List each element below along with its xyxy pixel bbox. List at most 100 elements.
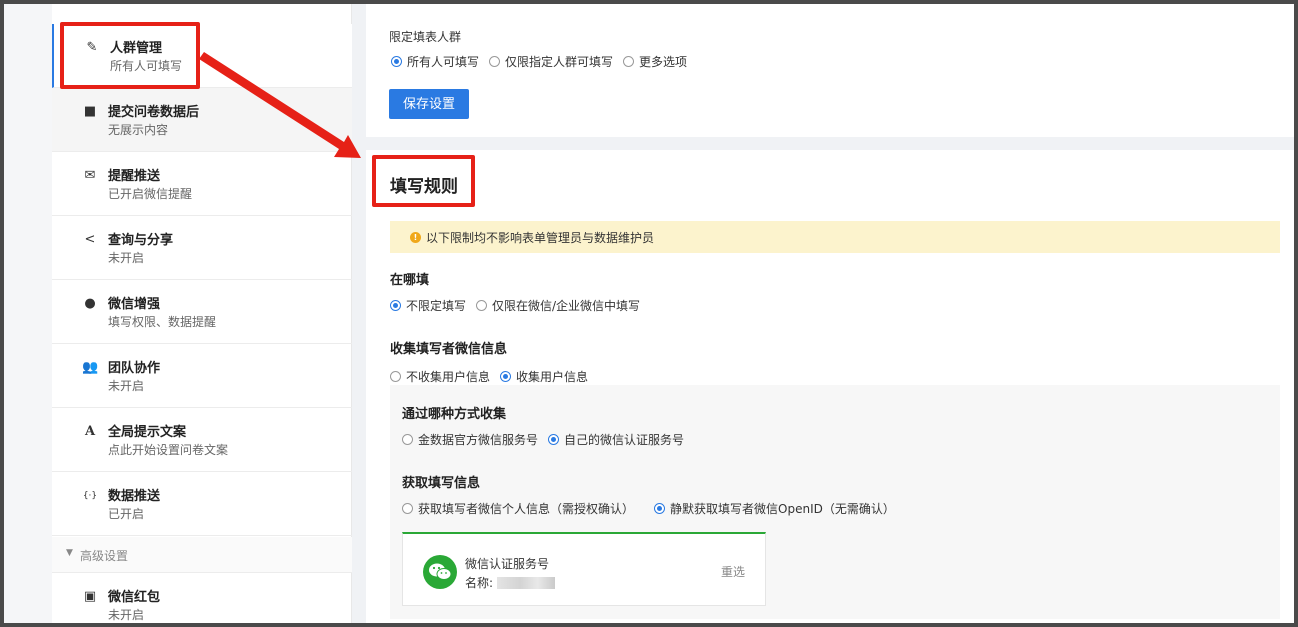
radio-unchecked: [623, 56, 635, 67]
method-option-own[interactable]: 自己的微信认证服务号: [548, 431, 684, 448]
sidebar-item-title: 查询与分享: [108, 233, 174, 248]
where-radio-group: 不限定填写 仅限在微信/企业微信中填写: [390, 297, 650, 314]
sidebar-item-subtitle: 未开启: [108, 608, 145, 622]
collect-label: 收集填写者微信信息: [390, 342, 508, 357]
sidebar-item-title: 人群管理: [110, 41, 163, 56]
sidebar-item-title: 团队协作: [108, 361, 161, 376]
sidebar-item-subtitle: 无展示内容: [108, 123, 169, 137]
sidebar-section-advanced[interactable]: ▼ 高级设置: [52, 537, 352, 573]
where-label: 在哪填: [390, 273, 430, 288]
radio-unchecked: [489, 56, 501, 67]
option-label: 收集用户信息: [516, 370, 589, 384]
sidebar-item-title: 提醒推送: [108, 169, 161, 184]
reselect-link[interactable]: 重选: [721, 563, 745, 580]
radio-checked: [391, 56, 402, 67]
option-label: 不收集用户信息: [406, 370, 491, 384]
collect-option-collect[interactable]: 收集用户信息: [500, 368, 588, 385]
method-label: 通过哪种方式收集: [402, 407, 507, 422]
gift-icon: ▣: [83, 589, 97, 604]
sidebar-item-title: 全局提示文案: [108, 425, 187, 440]
sidebar-item-title: 微信红包: [108, 590, 161, 605]
option-label: 所有人可填写: [407, 55, 480, 69]
sidebar-item-subtitle: 已开启微信提醒: [108, 187, 193, 201]
sidebar-item-after-submit[interactable]: ■ 提交问卷数据后 无展示内容: [52, 88, 352, 152]
option-label: 仅限在微信/企业微信中填写: [492, 299, 641, 313]
option-label: 静默获取填写者微信OpenID（无需确认）: [670, 502, 895, 516]
restrict-option-specified[interactable]: 仅限指定人群可填写: [489, 53, 613, 70]
sidebar-item-red-packet[interactable]: ▣ 微信红包 未开启: [52, 573, 352, 623]
envelope-icon: ✉: [84, 168, 96, 183]
sidebar-item-team[interactable]: 👥 团队协作 未开启: [52, 344, 352, 408]
blurred-account-name: [497, 576, 556, 589]
warning-icon: !: [410, 231, 421, 243]
sidebar-item-subtitle: 未开启: [108, 379, 145, 393]
fetch-radio-group: 获取填写者微信个人信息（需授权确认） 静默获取填写者微信OpenID（无需确认）: [402, 500, 905, 517]
audience-card: 限定填表人群 所有人可填写 仅限指定人群可填写 更多选项 保存设置: [366, 4, 1294, 137]
radio-unchecked: [402, 503, 413, 514]
code-icon: {·}: [82, 491, 98, 501]
radio-unchecked: [476, 300, 488, 311]
left-gutter: [4, 4, 52, 623]
option-label: 金数据官方微信服务号: [418, 433, 539, 447]
screenshot-frame: ✎ 人群管理 所有人可填写 ■ 提交问卷数据后 无展示内容 ✉ 提醒推送 已开启…: [0, 0, 1298, 627]
square-icon: ■: [83, 104, 97, 119]
restrict-label: 限定填表人群: [389, 30, 462, 44]
sidebar-item-subtitle: 所有人可填写: [110, 59, 183, 73]
wechat-account-card: 微信认证服务号 名称: 重选: [402, 532, 766, 606]
sidebar-item-global-text[interactable]: A 全局提示文案 点此开始设置问卷文案: [52, 408, 352, 472]
collect-radio-group: 不收集用户信息 收集用户信息: [390, 368, 598, 385]
sidebar-item-title: 数据推送: [108, 489, 161, 504]
notice-text: 以下限制均不影响表单管理员与数据维护员: [426, 230, 655, 245]
sidebar-item-audience[interactable]: ✎ 人群管理 所有人可填写: [52, 24, 352, 88]
wechat-account-type: 微信认证服务号: [465, 557, 550, 571]
radio-checked: [390, 300, 401, 311]
radio-checked: [500, 371, 512, 382]
option-label: 仅限指定人群可填写: [505, 55, 614, 69]
sidebar-item-reminder[interactable]: ✉ 提醒推送 已开启微信提醒: [52, 152, 352, 216]
main-content: 限定填表人群 所有人可填写 仅限指定人群可填写 更多选项 保存设置 填写规则 !…: [366, 4, 1294, 623]
option-label: 获取填写者微信个人信息（需授权确认）: [418, 502, 635, 516]
fetch-option-profile[interactable]: 获取填写者微信个人信息（需授权确认）: [402, 500, 634, 517]
radio-unchecked: [390, 371, 401, 382]
where-option-wechat-only[interactable]: 仅限在微信/企业微信中填写: [476, 297, 640, 314]
sidebar-item-wechat-enhance[interactable]: ● 微信增强 填写权限、数据提醒: [52, 280, 352, 344]
sidebar-item-query-share[interactable]: < 查询与分享 未开启: [52, 216, 352, 280]
section-label: 高级设置: [80, 549, 129, 563]
wechat-icon: ●: [84, 296, 96, 311]
restrict-option-more[interactable]: 更多选项: [623, 53, 687, 70]
where-option-unlimited[interactable]: 不限定填写: [390, 297, 466, 314]
account-name-label: 名称:: [465, 576, 494, 590]
sidebar-item-subtitle: 未开启: [108, 251, 145, 265]
settings-sidebar: ✎ 人群管理 所有人可填写 ■ 提交问卷数据后 无展示内容 ✉ 提醒推送 已开启…: [52, 4, 352, 623]
restrict-option-all[interactable]: 所有人可填写: [391, 53, 479, 70]
radio-checked: [548, 434, 560, 445]
radio-unchecked: [402, 434, 413, 445]
collect-option-none[interactable]: 不收集用户信息: [390, 368, 490, 385]
sidebar-item-data-push[interactable]: {·} 数据推送 已开启: [52, 472, 352, 536]
wechat-account-name: 名称:: [465, 574, 556, 591]
team-icon: 👥: [82, 360, 99, 375]
option-label: 不限定填写: [406, 299, 467, 313]
method-option-official[interactable]: 金数据官方微信服务号: [402, 431, 538, 448]
pencil-icon: ✎: [86, 40, 98, 55]
radio-checked: [654, 503, 666, 514]
notice-banner: ! 以下限制均不影响表单管理员与数据维护员: [390, 221, 1280, 253]
fetch-label: 获取填写信息: [402, 476, 481, 491]
caret-down-icon: ▼: [66, 548, 73, 558]
collect-subpanel: 通过哪种方式收集 金数据官方微信服务号 自己的微信认证服务号 获取填写信息 获取…: [390, 385, 1280, 619]
sidebar-item-subtitle: 点此开始设置问卷文案: [108, 443, 229, 457]
sidebar-item-subtitle: 已开启: [108, 507, 145, 521]
font-icon: A: [84, 424, 96, 439]
share-icon: <: [84, 232, 96, 247]
wechat-logo-icon: [423, 555, 457, 589]
fetch-option-openid[interactable]: 静默获取填写者微信OpenID（无需确认）: [654, 500, 895, 517]
sidebar-item-subtitle: 填写权限、数据提醒: [108, 315, 217, 329]
sidebar-item-title: 微信增强: [108, 297, 161, 312]
fill-rules-card: 填写规则 ! 以下限制均不影响表单管理员与数据维护员 在哪填 不限定填写 仅限在…: [366, 150, 1294, 623]
option-label: 更多选项: [639, 55, 688, 69]
option-label: 自己的微信认证服务号: [564, 433, 685, 447]
save-settings-button[interactable]: 保存设置: [389, 89, 469, 119]
sidebar-item-title: 提交问卷数据后: [108, 105, 200, 120]
method-radio-group: 金数据官方微信服务号 自己的微信认证服务号: [402, 431, 694, 448]
restrict-radio-group: 所有人可填写 仅限指定人群可填写 更多选项: [391, 53, 697, 70]
